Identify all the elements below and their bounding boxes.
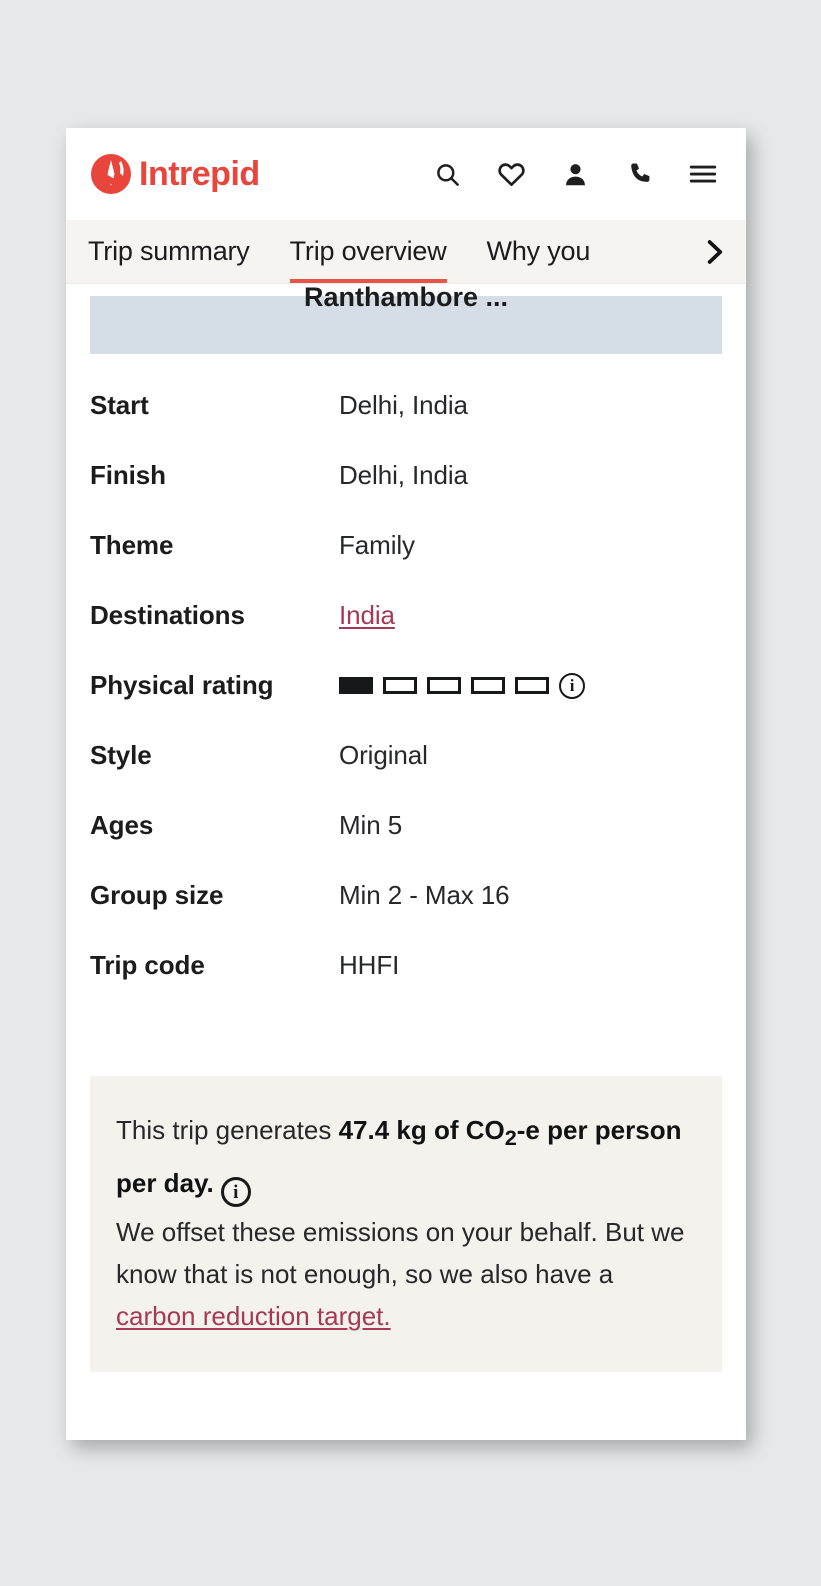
detail-row-theme: Theme Family	[90, 518, 722, 588]
tab-scroll-strip[interactable]: Trip summary Trip overview Why you	[66, 220, 746, 283]
header-icon-group	[432, 159, 722, 189]
detail-label: Start	[90, 390, 149, 420]
carbon-lead-line: This trip generates 47.4 kg of CO2-e per…	[116, 1106, 696, 1209]
detail-value: Original	[339, 740, 428, 770]
detail-row-group-size: Group size Min 2 - Max 16	[90, 868, 722, 938]
detail-value: Delhi, India	[339, 460, 468, 490]
detail-label: Group size	[90, 880, 224, 910]
detail-row-trip-code: Trip code HHFI	[90, 938, 722, 1008]
detail-value: India	[339, 600, 395, 631]
physical-rating-info-icon[interactable]: i	[559, 672, 585, 699]
carbon-body-prefix: We offset these emissions on your behalf…	[116, 1216, 685, 1290]
carbon-info-icon[interactable]: i	[220, 1177, 251, 1208]
heart-icon[interactable]	[496, 159, 526, 189]
page-viewport: Intrepid Trip summary Trip overview Why …	[0, 0, 821, 1586]
phone-icon[interactable]	[624, 159, 654, 189]
intrepid-logo-text: Intrepid	[139, 155, 260, 193]
intrepid-logo-mark-icon	[90, 153, 132, 195]
co2-subscript: 2	[504, 1125, 517, 1151]
carbon-body-text: We offset these emissions on your behalf…	[116, 1211, 696, 1338]
tab-trip-overview[interactable]: Trip overview	[289, 220, 447, 283]
detail-label: Ages	[90, 810, 154, 840]
detail-row-destinations: Destinations India	[90, 588, 722, 658]
trip-details-list: Start Delhi, India Finish Delhi, India T…	[66, 354, 746, 1008]
detail-row-physical-rating: Physical rating i	[90, 658, 722, 728]
site-header: Intrepid	[66, 128, 746, 220]
destination-link-india[interactable]: India	[339, 600, 395, 631]
carbon-lead-prefix: This trip generates	[116, 1115, 339, 1145]
carbon-emissions-panel: This trip generates 47.4 kg of CO2-e per…	[90, 1076, 722, 1372]
detail-value: i	[339, 672, 585, 699]
detail-label: Style	[90, 740, 152, 770]
detail-row-finish: Finish Delhi, India	[90, 448, 722, 518]
trip-overview-panel: Ranthambore ... Start Delhi, India Finis…	[66, 282, 746, 1372]
detail-value: HHFI	[339, 950, 400, 980]
detail-row-ages: Ages Min 5	[90, 798, 722, 868]
rating-bar-5	[515, 677, 549, 694]
carbon-amount-text: 47.4 kg of CO	[338, 1115, 505, 1145]
detail-value: Min 5	[339, 810, 403, 840]
detail-label: Trip code	[90, 950, 205, 980]
rating-bar-1	[339, 677, 373, 694]
intrepid-logo[interactable]: Intrepid	[90, 153, 260, 195]
detail-row-style: Style Original	[90, 728, 722, 798]
search-icon[interactable]	[432, 159, 462, 189]
chevron-right-icon[interactable]	[688, 220, 740, 283]
media-placeholder-block	[90, 296, 722, 354]
rating-bar-2	[383, 677, 417, 694]
physical-rating-bars	[339, 677, 549, 694]
rating-bar-4	[471, 677, 505, 694]
tab-why-you[interactable]: Why you	[487, 220, 591, 283]
browser-card: Intrepid Trip summary Trip overview Why …	[66, 128, 746, 1440]
rating-bar-3	[427, 677, 461, 694]
carbon-reduction-target-link[interactable]: carbon reduction target.	[116, 1301, 391, 1331]
detail-row-start: Start Delhi, India	[90, 378, 722, 448]
hamburger-menu-icon[interactable]	[688, 159, 718, 189]
section-tabbar: Trip summary Trip overview Why you	[66, 220, 746, 284]
detail-label: Physical rating	[90, 670, 274, 700]
detail-value: Delhi, India	[339, 390, 468, 420]
person-icon[interactable]	[560, 159, 590, 189]
detail-label: Theme	[90, 530, 174, 560]
detail-value: Family	[339, 530, 415, 560]
detail-value: Min 2 - Max 16	[339, 880, 510, 910]
detail-label: Destinations	[90, 600, 245, 630]
detail-label: Finish	[90, 460, 166, 490]
tab-trip-summary[interactable]: Trip summary	[88, 220, 250, 283]
